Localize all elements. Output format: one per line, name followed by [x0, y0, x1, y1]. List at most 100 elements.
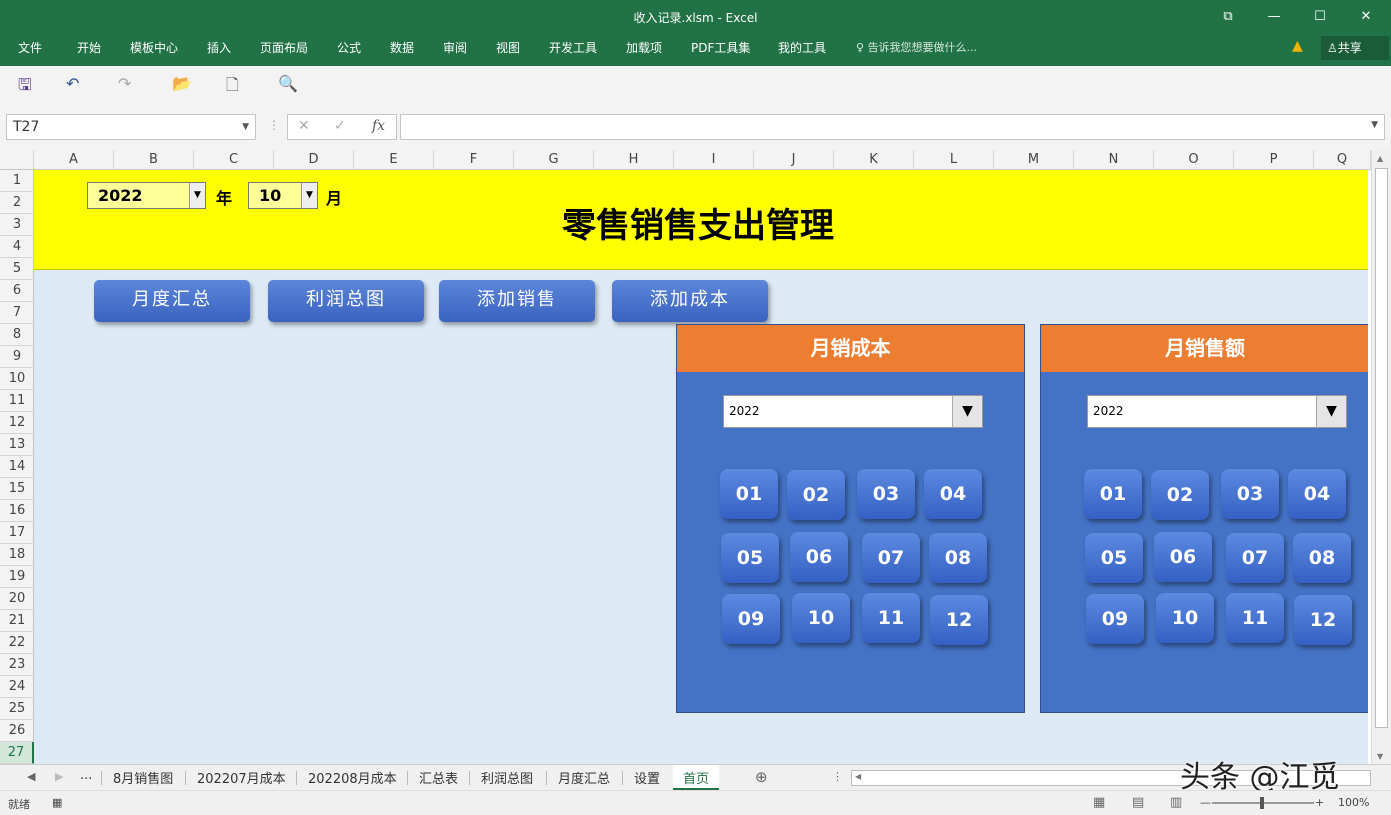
month-dropdown[interactable]: 10 ▼ [248, 182, 318, 209]
row-header[interactable]: 16 [0, 500, 34, 522]
year-dropdown[interactable]: 2022 ▼ [87, 182, 206, 209]
sheet-tab-home[interactable]: 首页 [673, 765, 720, 790]
sheet-tab-aug-sales-chart[interactable]: 8月销售图 [113, 768, 173, 787]
row-header[interactable]: 4 [0, 236, 34, 258]
zoom-out-icon[interactable]: — [1200, 796, 1211, 809]
month-button[interactable]: 06 [790, 532, 848, 582]
row-header[interactable]: 2 [0, 192, 34, 214]
column-header[interactable]: I [674, 150, 754, 170]
sheet-tab-profit-chart[interactable]: 利润总图 [481, 768, 533, 787]
month-button[interactable]: 08 [1293, 533, 1351, 583]
print-preview-icon[interactable]: 🔍 [278, 74, 298, 93]
cost-year-select[interactable]: 2022 ▼ [723, 395, 983, 428]
tab-page-layout[interactable]: 页面布局 [260, 39, 308, 56]
row-header[interactable]: 27 [0, 742, 34, 764]
profit-chart-button[interactable]: 利润总图 [268, 280, 424, 322]
month-button[interactable]: 12 [1294, 595, 1352, 645]
column-header[interactable]: E [354, 150, 434, 170]
column-header[interactable]: A [34, 150, 114, 170]
column-header[interactable]: M [994, 150, 1074, 170]
column-header[interactable]: Q [1314, 150, 1371, 170]
column-header[interactable]: P [1234, 150, 1314, 170]
column-header[interactable]: O [1154, 150, 1234, 170]
zoom-slider[interactable] [1212, 797, 1314, 809]
scroll-thumb[interactable] [1375, 168, 1388, 728]
row-header[interactable]: 20 [0, 588, 34, 610]
month-button[interactable]: 04 [924, 469, 982, 519]
select-all-corner[interactable] [0, 150, 34, 170]
redo-icon[interactable]: ↷ [118, 74, 131, 93]
tab-pdf-tools[interactable]: PDF工具集 [691, 39, 750, 56]
page-layout-view-icon[interactable]: ▤ [1132, 795, 1144, 810]
zoom-slider-knob[interactable] [1260, 797, 1264, 809]
next-sheet-icon[interactable]: ▶ [55, 770, 63, 783]
tab-my-tools[interactable]: 我的工具 [778, 39, 826, 56]
close-icon[interactable]: ✕ [1344, 4, 1388, 30]
page-break-view-icon[interactable]: ▥ [1170, 795, 1182, 810]
tab-developer[interactable]: 开发工具 [549, 39, 597, 56]
sheet-tab-monthly-summary[interactable]: 月度汇总 [558, 768, 610, 787]
month-button[interactable]: 05 [721, 533, 779, 583]
month-button[interactable]: 09 [722, 594, 780, 644]
column-header[interactable]: J [754, 150, 834, 170]
row-header[interactable]: 1 [0, 170, 34, 192]
row-header[interactable]: 6 [0, 280, 34, 302]
sheet-tab-more[interactable]: ... [80, 768, 92, 783]
tab-view[interactable]: 视图 [496, 39, 520, 56]
tab-home[interactable]: 开始 [77, 39, 101, 56]
add-sheet-icon[interactable]: ⊕ [755, 768, 768, 786]
row-header[interactable]: 8 [0, 324, 34, 346]
prev-sheet-icon[interactable]: ◀ [27, 770, 35, 783]
month-button[interactable]: 03 [1221, 469, 1279, 519]
month-button[interactable]: 02 [787, 470, 845, 520]
row-header[interactable]: 5 [0, 258, 34, 280]
row-header[interactable]: 10 [0, 368, 34, 390]
row-header[interactable]: 25 [0, 698, 34, 720]
row-header[interactable]: 13 [0, 434, 34, 456]
vertical-scrollbar[interactable]: ▲ ▼ [1371, 150, 1391, 764]
row-header[interactable]: 12 [0, 412, 34, 434]
normal-view-icon[interactable]: ▦ [1093, 795, 1105, 810]
share-button[interactable]: ♙共享 [1321, 36, 1389, 60]
chevron-down-icon[interactable]: ▼ [242, 115, 249, 139]
zoom-in-icon[interactable]: + [1315, 796, 1324, 809]
scroll-up-icon[interactable]: ▲ [1377, 154, 1383, 163]
tab-addins[interactable]: 加载项 [626, 39, 662, 56]
month-button[interactable]: 10 [1156, 593, 1214, 643]
column-header[interactable]: C [194, 150, 274, 170]
scroll-down-icon[interactable]: ▼ [1377, 752, 1383, 761]
month-button[interactable]: 08 [929, 533, 987, 583]
row-header[interactable]: 7 [0, 302, 34, 324]
minimize-icon[interactable]: — [1252, 4, 1296, 30]
chevron-down-icon[interactable]: ▼ [189, 183, 205, 208]
month-button[interactable]: 07 [862, 533, 920, 583]
month-button[interactable]: 11 [1226, 593, 1284, 643]
month-button[interactable]: 03 [857, 469, 915, 519]
monthly-summary-button[interactable]: 月度汇总 [94, 280, 250, 322]
ribbon-display-icon[interactable]: ⧉ [1206, 4, 1250, 30]
column-header[interactable]: B [114, 150, 194, 170]
expand-formula-icon[interactable]: ▼ [1371, 120, 1378, 130]
month-button[interactable]: 05 [1085, 533, 1143, 583]
month-button[interactable]: 06 [1154, 532, 1212, 582]
cancel-icon[interactable]: ✕ [298, 118, 310, 134]
sheet-tab-202208-cost[interactable]: 202208月成本 [308, 768, 397, 787]
sales-year-select[interactable]: 2022 ▼ [1087, 395, 1347, 428]
row-header[interactable]: 11 [0, 390, 34, 412]
column-header[interactable]: L [914, 150, 994, 170]
maximize-icon[interactable]: ☐ [1298, 4, 1342, 30]
save-icon[interactable]: 🖫 [18, 74, 32, 101]
row-header[interactable]: 15 [0, 478, 34, 500]
row-header[interactable]: 14 [0, 456, 34, 478]
month-button[interactable]: 01 [1084, 469, 1142, 519]
row-header[interactable]: 26 [0, 720, 34, 742]
macro-record-icon[interactable]: ▦ [52, 796, 62, 809]
splitter-icon[interactable]: ⋮ [268, 118, 280, 132]
month-button[interactable]: 10 [792, 593, 850, 643]
row-header[interactable]: 21 [0, 610, 34, 632]
open-folder-icon[interactable]: 📂 [172, 74, 192, 93]
tell-me-search[interactable]: ♀ 告诉我您想要做什么... [856, 39, 977, 55]
month-button[interactable]: 04 [1288, 469, 1346, 519]
formula-input[interactable]: ▼ [400, 114, 1385, 140]
row-header[interactable]: 3 [0, 214, 34, 236]
